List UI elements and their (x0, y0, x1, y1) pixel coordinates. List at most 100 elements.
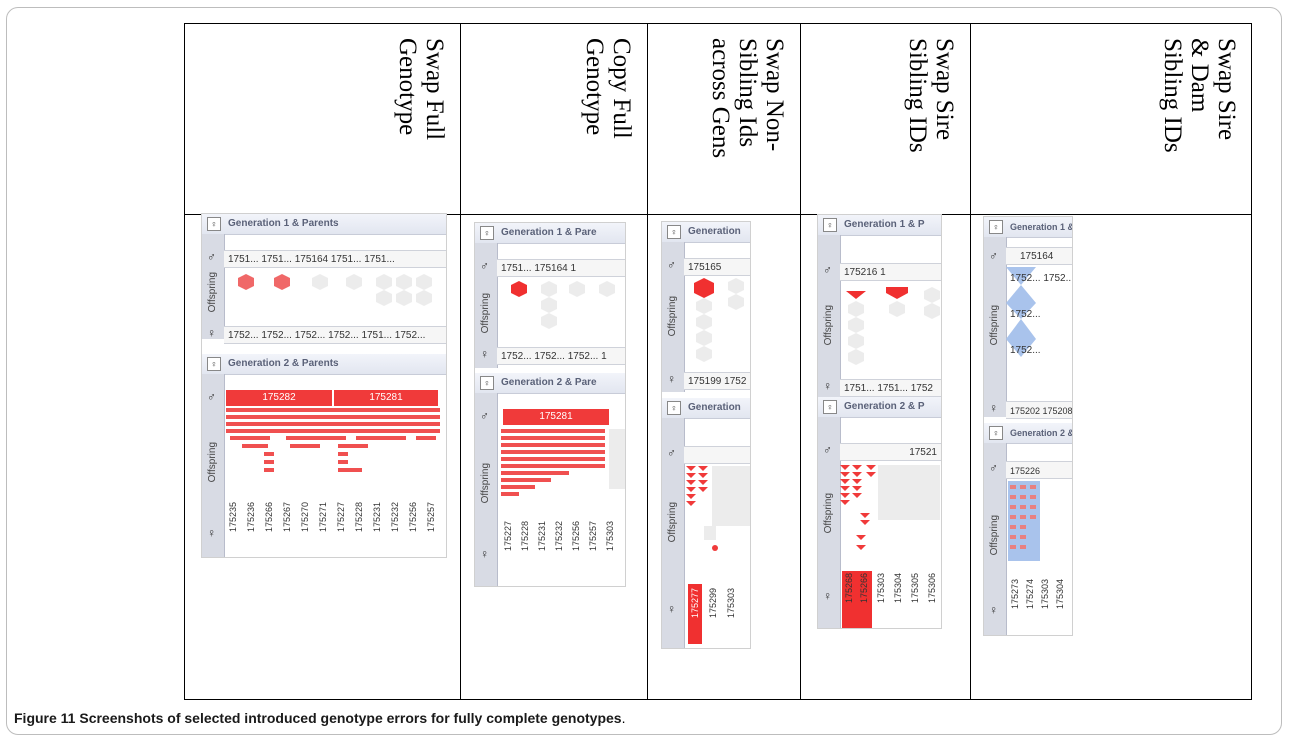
header-text: Swap Non- Sibling Ids across Gens (707, 38, 788, 159)
female-icon: ♀ (823, 379, 832, 393)
generation-2-header[interactable]: ♀ Generation 2 & Parents (202, 354, 446, 375)
header-swap-full-genotype: Swap Full Genotype (185, 24, 460, 214)
female-icon: ♀ (989, 603, 998, 617)
dam-id-row: 1752... 1752... 1752... 1752... 1751... … (224, 326, 446, 344)
sire-id-row: 175165 (684, 258, 750, 276)
offspring-label: Offspring (207, 272, 218, 313)
dam-id-row: 175273 175274 175303 175304 (1010, 579, 1072, 635)
sire-bar-error[interactable]: 175281 (503, 409, 611, 425)
figure-caption: Figure 11 Screenshots of selected introd… (14, 710, 625, 726)
dam-id: 175228 (354, 502, 364, 533)
panel-title: Generation 2 & Pare (501, 377, 597, 388)
screenshot-swap-full-genotype: ♀ Generation 1 & Parents ♂ 1751... 1751..… (201, 213, 447, 558)
header-text: Swap Sire Sibling IDs (904, 38, 958, 153)
male-icon: ♂ (207, 390, 216, 404)
female-icon: ♀ (207, 526, 216, 540)
offspring-grid (226, 408, 440, 472)
sire-id-row (684, 446, 750, 464)
dam-id: 175267 (282, 502, 292, 533)
dam-id: 175305 (910, 573, 920, 604)
sire-bar-error[interactable]: 175282 (226, 390, 334, 406)
female-icon: ♀ (989, 401, 998, 415)
sire-id-row: 1751... 1751... 175164 1751... 1751... (224, 250, 446, 268)
dam-id: 175277 (690, 588, 700, 619)
generation-1-header[interactable]: ♀ Generation 1 & Parents (202, 214, 446, 235)
dam-id: 175236 (246, 502, 256, 533)
error-offspring (274, 274, 290, 290)
generation-2-header[interactable]: ♀ Generation (662, 398, 750, 419)
dam-id-row: 1751... 1751... 1752 (840, 379, 941, 397)
sire-id-row: 1751... 175164 1 (497, 259, 625, 277)
panel-title: Generation (688, 226, 741, 237)
female-icon: ♀ (207, 217, 221, 231)
dam-id: 175257 (426, 502, 436, 533)
generation-2-header[interactable]: ♀ Generation 2 & P (818, 397, 941, 418)
offspring (312, 274, 328, 290)
male-icon: ♂ (823, 263, 832, 277)
offspring (346, 274, 362, 290)
dam-id: 175228 (520, 521, 530, 552)
sibling-id: 1752... (1010, 345, 1041, 356)
offspring-label: Offspring (207, 442, 218, 483)
dam-id: 175303 (726, 588, 736, 619)
offspring-label: Offspring (480, 463, 491, 504)
generation-1-header[interactable]: ♀ Generation 1 & Pare (475, 223, 625, 244)
header-copy-full-genotype: Copy Full Genotype (461, 24, 647, 214)
dam-id: 175256 (408, 502, 418, 533)
female-icon: ♀ (989, 220, 1003, 234)
male-icon: ♂ (667, 258, 676, 272)
dam-id-row: 175235 175236 175266 175267 175270 17527… (228, 502, 446, 557)
generation-1-header[interactable]: ♀ Generation 1 & P (818, 215, 941, 236)
screenshot-copy-full-genotype: ♀ Generation 1 & Pare ♂ 1751... 175164 1 … (474, 222, 626, 587)
male-icon: ♂ (823, 443, 832, 457)
caption-period: . (621, 710, 626, 726)
offspring-label: Offspring (667, 502, 678, 543)
female-icon: ♀ (823, 218, 837, 232)
generation-2-header[interactable]: ♀ Generation 2 & Pare (475, 373, 625, 394)
offspring-label: Offspring (823, 305, 834, 346)
dam-id: 175231 (372, 502, 382, 533)
dam-id: 175231 (537, 521, 547, 552)
generation-2-header[interactable]: ♀ Generation 2 & (984, 423, 1072, 444)
dam-id: 175274 (1025, 579, 1035, 610)
offspring (376, 274, 392, 290)
header-swap-non-sibling: Swap Non- Sibling Ids across Gens (648, 24, 800, 214)
offspring (416, 290, 432, 306)
sire-id-row: 175216 1 (840, 263, 941, 281)
offspring-label: Offspring (823, 493, 834, 534)
offspring-grid (238, 274, 432, 306)
error-offspring (238, 274, 254, 290)
panel-title: Generation 1 & (1010, 222, 1073, 232)
female-icon: ♀ (667, 401, 681, 415)
male-icon: ♂ (667, 446, 676, 460)
dam-id: 175266 (859, 573, 869, 604)
dam-id-row: 175202 175208 1 (1006, 401, 1072, 419)
offspring-grid (686, 466, 750, 551)
dam-id: 175227 (503, 521, 513, 552)
offspring-grid (501, 429, 625, 496)
offspring-label: Offspring (667, 296, 678, 337)
female-icon: ♀ (823, 589, 832, 603)
female-icon: ♀ (667, 372, 676, 386)
sire-id-row: 17521 (840, 443, 941, 461)
female-icon: ♀ (207, 326, 216, 340)
dam-id: 175270 (300, 502, 310, 533)
dam-id-row: 175199 1752 (684, 372, 750, 390)
dam-id: 175227 (336, 502, 346, 533)
offspring (376, 290, 392, 306)
dam-id: 175303 (876, 573, 886, 604)
generation-1-header[interactable]: ♀ Generation 1 & (984, 217, 1072, 238)
sire-bar-error[interactable]: 175281 (334, 390, 440, 406)
female-icon: ♀ (207, 357, 221, 371)
dam-id: 175299 (708, 588, 718, 619)
generation-1-header[interactable]: ♀ Generation (662, 222, 750, 243)
dam-id: 175235 (228, 502, 238, 533)
dam-id: 175256 (571, 521, 581, 552)
sire-id-row: 175164 (1006, 247, 1072, 265)
female-icon: ♀ (480, 347, 489, 361)
offspring (416, 274, 432, 290)
screenshot-swap-sire-sibling: ♀ Generation 1 & P ♂ 175216 1 Offspring ♀… (817, 214, 942, 629)
offspring-label: Offspring (989, 305, 1000, 346)
dam-id-row: 175268 175266 175303 175304 175305 17530… (842, 571, 941, 628)
dam-id-row: 1752... 1752... 1752... 1 (497, 347, 625, 365)
